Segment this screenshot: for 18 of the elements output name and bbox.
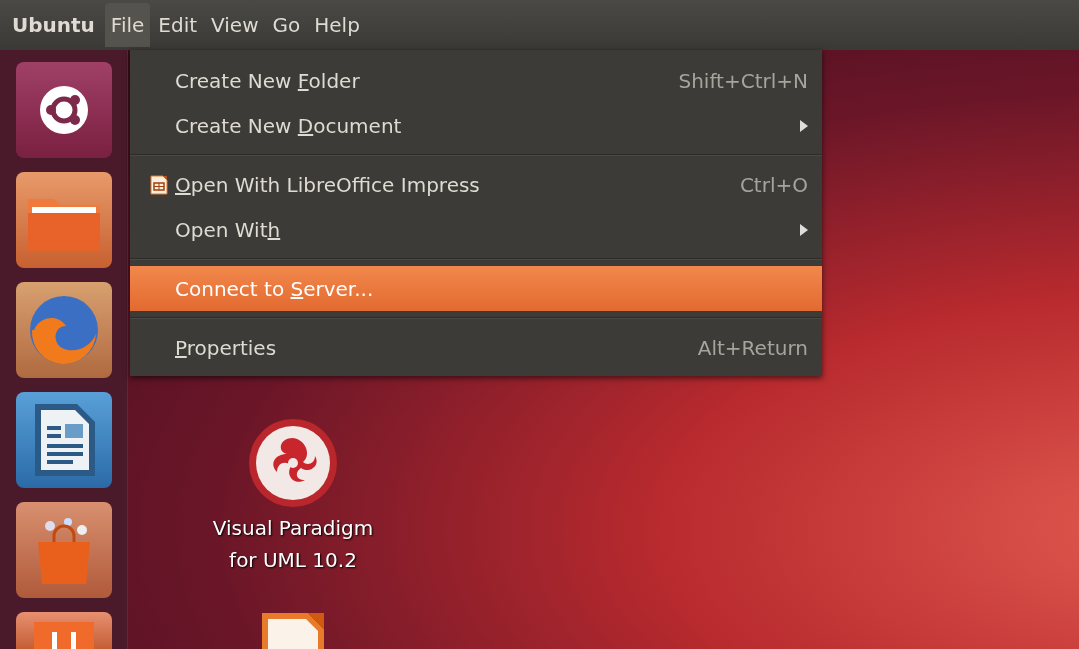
folder-icon[interactable] [15,172,112,268]
shopping-bag-icon[interactable] [15,502,112,598]
document-icon[interactable] [15,392,112,488]
menu-entry[interactable]: Open With LibreOffice Impress Ctrl+O [130,162,822,207]
menu-entry[interactable]: Properties Alt+Return [130,325,822,370]
menu-entry[interactable]: Create New Folder Shift+Ctrl+N [130,58,822,103]
menu-item[interactable]: Edit [152,3,204,47]
app-name: Ubuntu [11,13,96,37]
icon-label: Visual Paradigm for UML 10.2 [211,515,375,574]
menu-item[interactable]: View [205,3,265,47]
app-tile-icon[interactable] [15,612,112,649]
ubuntu-logo-icon[interactable] [15,62,112,158]
menu-item[interactable]: Help [308,3,366,47]
app-icon[interactable] [248,418,338,508]
menu-entry[interactable]: Open With [130,207,822,252]
menu-entry[interactable]: Create New Document [130,103,822,148]
menu-item[interactable]: File [104,3,151,47]
menu-item[interactable]: Go [266,3,307,47]
